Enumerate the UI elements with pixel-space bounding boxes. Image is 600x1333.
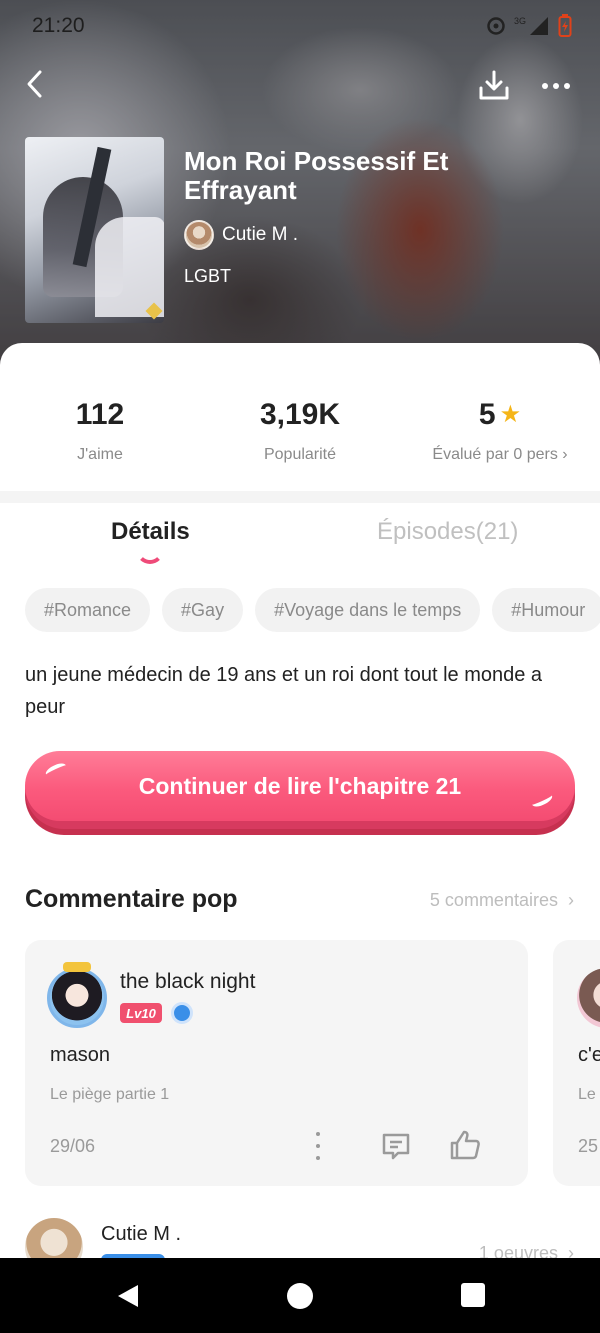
commenter-name[interactable]: the black night xyxy=(120,970,255,994)
comment-more-button[interactable] xyxy=(315,1132,321,1160)
popularity-label: Popularité xyxy=(263,446,337,463)
dot xyxy=(564,83,570,89)
stat-popularity: 3,19K Popularité xyxy=(230,398,370,464)
tag-list: #Romance #Gay #Voyage dans le temps #Hum… xyxy=(25,588,600,632)
book-author[interactable]: Cutie M . xyxy=(184,220,298,250)
comment-date: 29/06 xyxy=(50,1136,96,1156)
rating-value-wrap: 5 ★ xyxy=(420,398,580,432)
author-name: Cutie M . xyxy=(222,224,299,245)
nav-recents-icon[interactable] xyxy=(461,1283,485,1307)
comments-count: 5 commentaires xyxy=(429,890,558,910)
status-icons: 3G xyxy=(486,14,572,38)
continue-reading-button[interactable]: Continuer de lire l'chapitre 21 xyxy=(25,751,575,829)
book-genre[interactable]: LGBT xyxy=(184,266,231,287)
commenter-avatar[interactable] xyxy=(577,968,600,1028)
comment-chapter: Le xyxy=(578,1086,596,1103)
comment-date: 25 xyxy=(578,1136,599,1156)
book-title: Mon Roi Possessif Et Effrayant xyxy=(184,146,449,205)
comment-text: mason xyxy=(50,1044,111,1066)
status-bar: 21:20 3G xyxy=(0,0,600,52)
chevron-right-icon: › xyxy=(563,890,574,910)
status-time: 21:20 xyxy=(32,14,85,37)
nav-home-icon[interactable] xyxy=(287,1283,313,1309)
nav-back-icon[interactable] xyxy=(114,1282,142,1310)
avatar-frame-crown xyxy=(63,962,91,972)
popularity-value: 3,19K xyxy=(259,398,341,431)
likes-label: J'aime xyxy=(77,446,123,463)
book-description: un jeune médecin de 19 ans et un roi don… xyxy=(25,664,543,718)
tab-indicator xyxy=(136,550,164,564)
tag-chip[interactable]: #Gay xyxy=(162,588,244,632)
rating-label-row: Évalué par 0 pers › xyxy=(420,446,580,464)
dot xyxy=(542,83,548,89)
tab-bar: Détails Épisodes(21) xyxy=(0,503,600,573)
thumbs-up-icon[interactable] xyxy=(448,1128,482,1162)
tab-details[interactable]: Détails xyxy=(111,518,190,546)
rating-value: 5 xyxy=(478,398,496,431)
battery-icon xyxy=(558,14,572,37)
rating-label: Évalué par 0 pers xyxy=(432,446,558,463)
data-saver-icon xyxy=(487,17,505,35)
signal-icon xyxy=(530,17,548,35)
chevron-right-icon: › xyxy=(562,446,568,463)
author-name: Cutie M . xyxy=(101,1223,182,1245)
water-drop-badge-icon xyxy=(171,1002,193,1024)
system-navigation-bar xyxy=(0,1258,600,1333)
stat-likes: 112 J'aime xyxy=(40,398,160,464)
comment-card[interactable]: the black night Lv10 mason Le piège part… xyxy=(25,940,528,1186)
level-badge: Lv10 xyxy=(120,1003,162,1023)
reply-icon[interactable] xyxy=(380,1130,412,1162)
stat-rating[interactable]: 5 ★ Évalué par 0 pers › xyxy=(420,398,580,464)
network-type: 3G xyxy=(513,16,526,26)
section-divider xyxy=(0,491,600,503)
tag-chip[interactable]: #Romance xyxy=(25,588,151,632)
comments-more-link[interactable]: 5 commentaires › xyxy=(430,890,574,911)
star-icon: ★ xyxy=(499,401,522,428)
stats-row: 112 J'aime 3,19K Popularité 5 ★ Évalué pa… xyxy=(0,343,600,493)
tab-episodes[interactable]: Épisodes(21) xyxy=(377,518,518,546)
continue-reading-label: Continuer de lire l'chapitre 21 xyxy=(25,751,575,821)
download-button[interactable] xyxy=(476,68,512,104)
comment-card[interactable]: c'e Le 25 xyxy=(553,940,600,1186)
details-sheet: 112 J'aime 3,19K Popularité 5 ★ Évalué pa… xyxy=(0,343,600,1276)
back-button[interactable] xyxy=(20,66,52,102)
comment-chapter: Le piège partie 1 xyxy=(50,1086,170,1103)
comment-text: c'e xyxy=(578,1044,600,1066)
tag-chip[interactable]: #Humour xyxy=(492,588,600,632)
tag-chip[interactable]: #Voyage dans le temps xyxy=(255,588,481,632)
author-avatar xyxy=(184,220,214,250)
dot xyxy=(553,83,559,89)
likes-value: 112 xyxy=(75,398,125,431)
commenter-avatar[interactable] xyxy=(47,968,107,1028)
comment-actions xyxy=(305,1128,515,1164)
book-cover[interactable] xyxy=(25,137,164,323)
more-options-button[interactable] xyxy=(536,72,576,100)
hero-banner: 21:20 3G Mon Roi Possessif Et Effrayant … xyxy=(0,0,600,370)
comments-section-title: Commentaire pop xyxy=(25,885,238,913)
